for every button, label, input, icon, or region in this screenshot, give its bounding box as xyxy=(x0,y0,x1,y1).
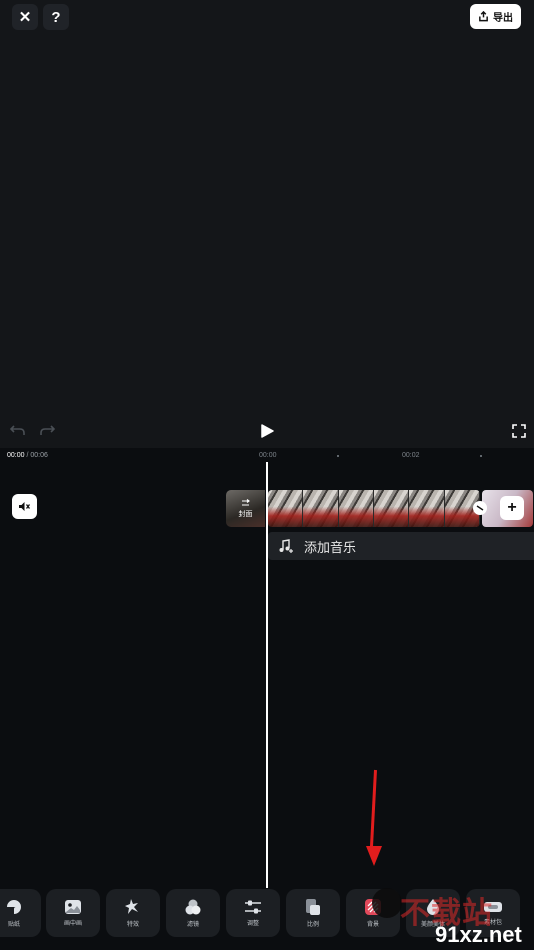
total-time: / 00:06 xyxy=(26,452,48,459)
annotation-arrow-head xyxy=(366,846,382,866)
music-label: 添加音乐 xyxy=(304,539,357,555)
tool-adjust[interactable]: 调整 xyxy=(226,889,280,937)
help-button[interactable]: ? xyxy=(43,4,69,30)
close-icon: ✕ xyxy=(18,9,32,26)
tool-label: 贴纸 xyxy=(7,922,20,928)
tool-label: 画中画 xyxy=(63,921,82,927)
clip-frame xyxy=(268,490,304,527)
transition-button[interactable] xyxy=(473,501,487,515)
watermark-url: 91xz.net xyxy=(435,922,522,947)
tool-sticker[interactable]: 贴纸 xyxy=(0,889,41,937)
tool-effects[interactable]: 特效 xyxy=(106,889,160,937)
tool-ratio[interactable]: 比例 xyxy=(286,889,340,937)
cover-edit-icon xyxy=(242,498,250,506)
video-clip-strip[interactable] xyxy=(268,490,480,527)
music-note-icon xyxy=(279,539,293,553)
tool-label: 滤镜 xyxy=(186,922,199,928)
ruler-label: 00:02 xyxy=(402,452,420,459)
time-readout: 00:00 / 00:06 xyxy=(7,452,48,459)
play-icon[interactable] xyxy=(261,424,274,438)
playback-controls xyxy=(0,412,534,448)
current-time: 00:00 xyxy=(7,452,25,459)
watermark-logo xyxy=(372,888,402,918)
ruler-tick xyxy=(480,455,482,457)
cover-button[interactable]: 封面 xyxy=(226,490,265,527)
export-label: 导出 xyxy=(493,13,513,24)
clip-frame xyxy=(303,490,339,527)
video-preview xyxy=(0,0,534,412)
clip-frame xyxy=(409,490,445,527)
help-icon: ? xyxy=(51,8,61,26)
effects-icon xyxy=(125,899,138,914)
redo-icon[interactable] xyxy=(40,423,55,437)
export-icon xyxy=(479,11,488,22)
tool-filter[interactable]: 滤镜 xyxy=(166,889,220,937)
mute-button[interactable] xyxy=(12,494,37,519)
ruler-label: 00:00 xyxy=(259,452,277,459)
add-clip-button[interactable]: + xyxy=(500,496,524,520)
playhead[interactable] xyxy=(266,462,268,890)
close-button[interactable]: ✕ xyxy=(12,4,38,30)
plus-icon: + xyxy=(507,499,517,516)
undo-icon[interactable] xyxy=(10,423,25,437)
tool-picture-in-picture[interactable]: 画中画 xyxy=(46,889,100,937)
tool-label: 特效 xyxy=(126,922,139,928)
ruler-tick xyxy=(337,455,339,457)
adjust-icon xyxy=(245,900,261,914)
export-button[interactable]: 导出 xyxy=(470,4,521,29)
tool-label: 比例 xyxy=(306,922,319,928)
sticker-icon xyxy=(7,900,21,914)
tool-label: 调整 xyxy=(246,921,259,927)
add-music-button[interactable]: 添加音乐 xyxy=(268,532,534,560)
clip-frame xyxy=(338,490,374,527)
clip-frame xyxy=(373,490,410,527)
tool-label: 背景 xyxy=(366,922,379,928)
fullscreen-icon[interactable] xyxy=(512,424,526,438)
filter-icon xyxy=(185,899,201,915)
transition-icon xyxy=(476,505,484,511)
ratio-icon xyxy=(306,899,320,915)
speaker-icon xyxy=(19,502,31,511)
picture-in-picture-icon xyxy=(65,900,81,914)
cover-label: 封面 xyxy=(238,510,253,518)
